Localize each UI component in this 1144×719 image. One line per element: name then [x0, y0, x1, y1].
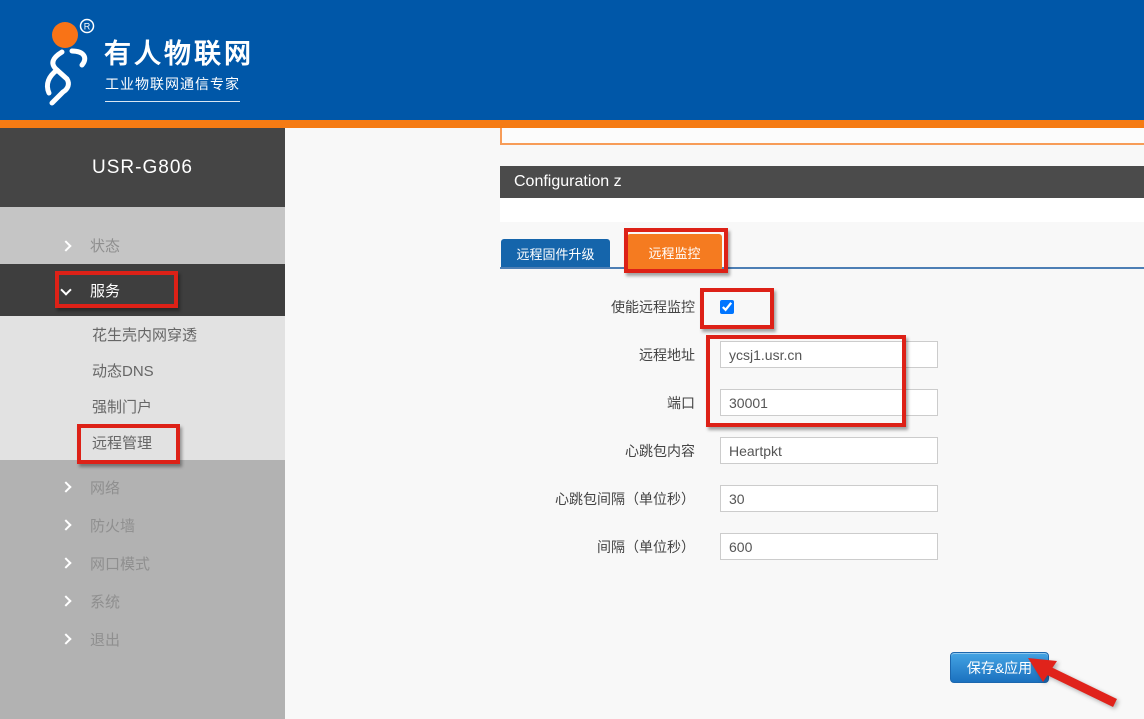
app-header: R 有人物联网 工业物联网通信专家	[0, 0, 1144, 120]
sidebar-item-label: 系统	[90, 591, 120, 612]
form-row-remote-address: 远程地址	[500, 341, 938, 368]
sidebar-item-label: 服务	[90, 280, 120, 301]
svg-text:R: R	[84, 22, 91, 32]
interval-input[interactable]	[720, 533, 938, 560]
form-row-port: 端口	[500, 389, 938, 416]
sidebar-item-label: 网络	[90, 477, 120, 498]
brand-title: 有人物联网	[104, 32, 254, 71]
remote-address-label: 远程地址	[500, 345, 695, 365]
enable-remote-monitoring-label: 使能远程监控	[500, 297, 695, 317]
heartbeat-interval-input[interactable]	[720, 485, 938, 512]
sidebar-item-system[interactable]: 系统	[0, 582, 285, 620]
panel-spacer	[500, 198, 1144, 222]
usr-logo-icon: R	[28, 18, 106, 110]
sidebar-subitem-ddns[interactable]: 动态DNS	[0, 352, 285, 388]
device-name: USR-G806	[0, 128, 285, 207]
sidebar-item-network[interactable]: 网络	[0, 468, 285, 506]
form-row-heartbeat-content: 心跳包内容	[500, 437, 938, 464]
sidebar-subitem-captive-portal[interactable]: 强制门户	[0, 388, 285, 424]
sidebar-item-services[interactable]: 服务	[0, 264, 285, 316]
services-submenu: 花生壳内网穿透 动态DNS 强制门户 远程管理	[0, 316, 285, 460]
heartbeat-interval-label: 心跳包间隔（单位秒）	[500, 489, 695, 509]
main-content: Configuration z 远程固件升级 远程监控 使能远程监控 远程地址 …	[285, 128, 1144, 719]
sidebar-item-label: 状态	[90, 235, 120, 256]
tab-underline	[500, 267, 1144, 269]
chevron-right-icon	[60, 240, 71, 251]
sidebar: USR-G806 状态 服务 花生壳内网穿透 动态DNS 强制门户 远程管理 网…	[0, 128, 285, 719]
chevron-down-icon	[60, 284, 71, 295]
save-apply-button[interactable]: 保存&应用	[950, 652, 1049, 683]
port-label: 端口	[500, 393, 695, 413]
tab-remote-monitoring[interactable]: 远程监控	[627, 234, 722, 271]
chevron-right-icon	[60, 633, 71, 644]
chevron-right-icon	[60, 595, 71, 606]
sidebar-subitem-remote-management[interactable]: 远程管理	[0, 424, 285, 460]
chevron-right-icon	[60, 557, 71, 568]
brand-subtitle: 工业物联网通信专家	[105, 74, 240, 102]
header-accent-strip	[0, 120, 1144, 128]
chevron-right-icon	[60, 519, 71, 530]
truncated-panel-edge	[500, 128, 1144, 145]
sidebar-item-label: 网口模式	[90, 553, 150, 574]
sidebar-item-label: 防火墙	[90, 515, 135, 536]
form-row-interval: 间隔（单位秒）	[500, 533, 938, 560]
heartbeat-content-label: 心跳包内容	[500, 441, 695, 461]
form-row-enable: 使能远程监控	[500, 293, 938, 320]
interval-label: 间隔（单位秒）	[500, 537, 695, 557]
sidebar-item-status[interactable]: 状态	[0, 207, 285, 264]
sidebar-item-firewall[interactable]: 防火墙	[0, 506, 285, 544]
page-title: Configuration z	[500, 166, 1144, 198]
chevron-right-icon	[60, 481, 71, 492]
form-row-heartbeat-interval: 心跳包间隔（单位秒）	[500, 485, 938, 512]
heartbeat-content-input[interactable]	[720, 437, 938, 464]
port-input[interactable]	[720, 389, 938, 416]
usr-logo: R 有人物联网 工业物联网通信专家	[28, 18, 368, 114]
sidebar-bottom-group: 网络 防火墙 网口模式 系统 退出	[0, 460, 285, 719]
sidebar-item-port-mode[interactable]: 网口模式	[0, 544, 285, 582]
tab-remote-firmware-upgrade[interactable]: 远程固件升级	[501, 239, 610, 267]
enable-remote-monitoring-checkbox[interactable]	[720, 300, 734, 314]
sidebar-item-label: 退出	[90, 629, 120, 650]
remote-address-input[interactable]	[720, 341, 938, 368]
sidebar-subitem-peanut-shell[interactable]: 花生壳内网穿透	[0, 316, 285, 352]
remote-monitoring-form: 使能远程监控 远程地址 端口 心跳包内容 心跳包间隔（单位秒） 间隔（单位秒）	[500, 293, 938, 581]
sidebar-item-logout[interactable]: 退出	[0, 620, 285, 658]
